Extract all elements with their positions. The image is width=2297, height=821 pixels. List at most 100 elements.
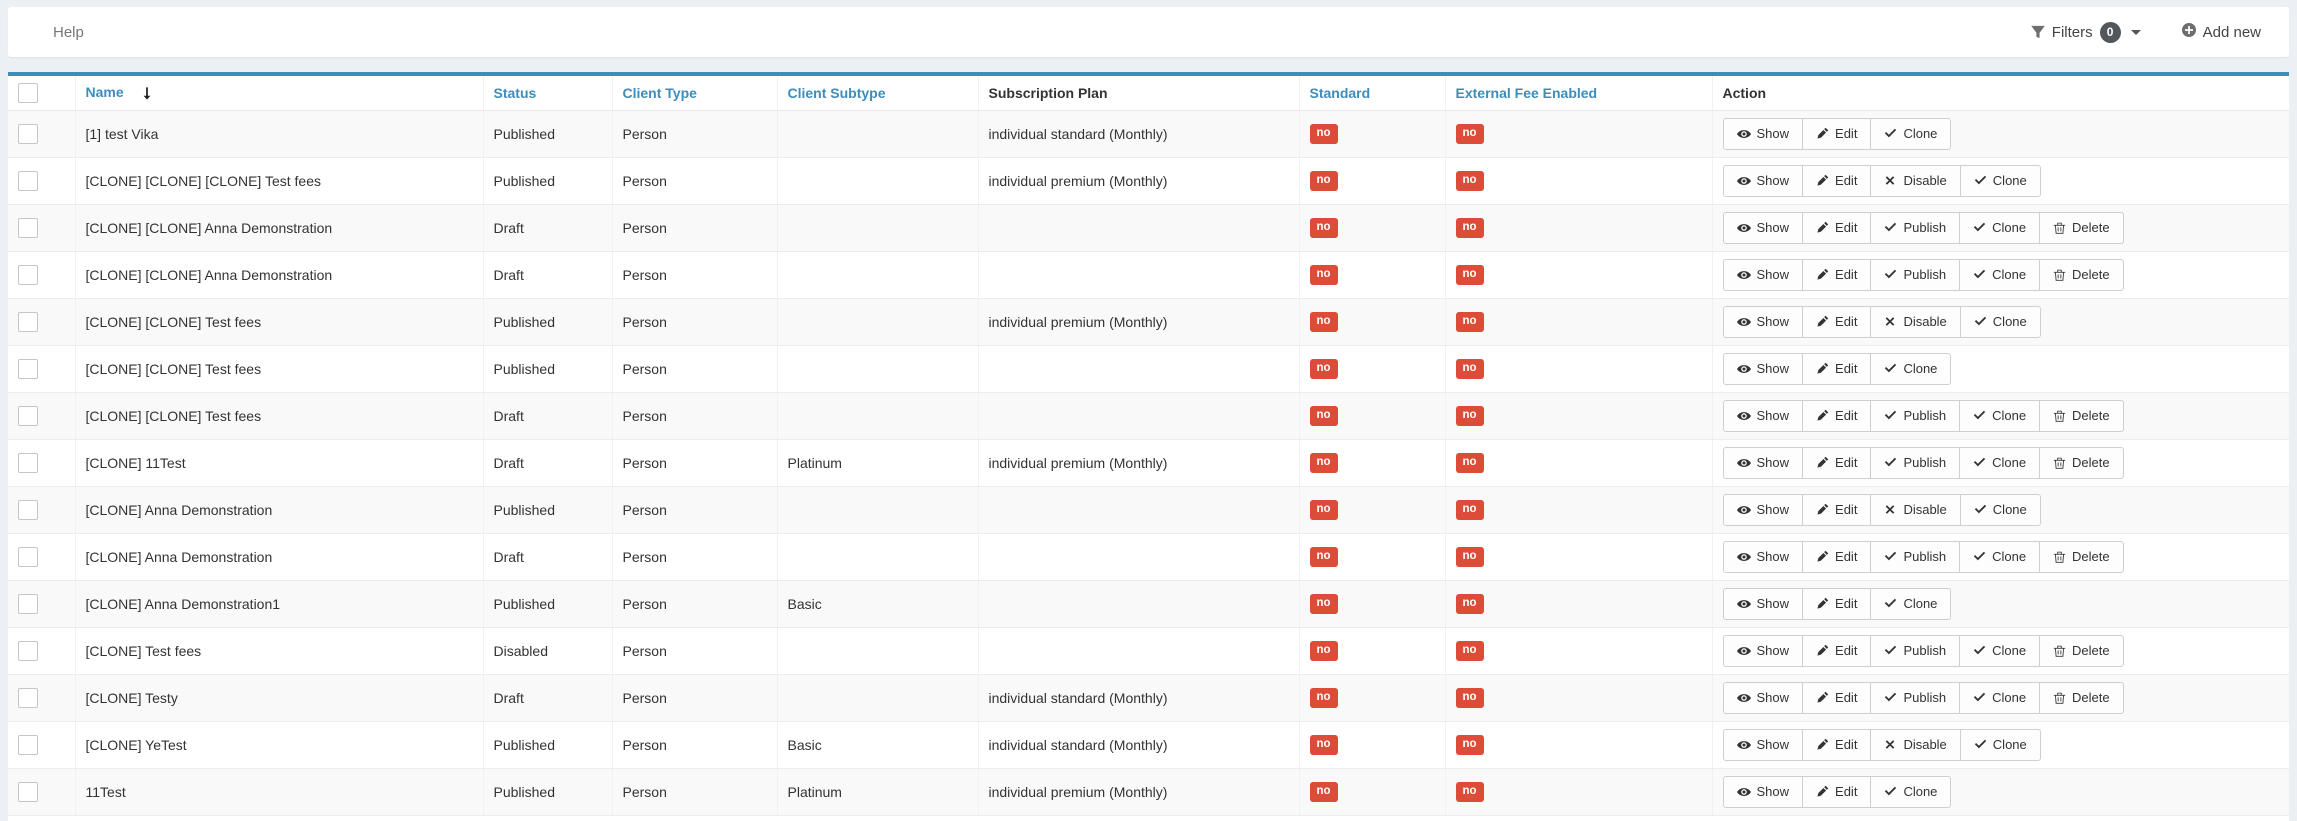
show-button[interactable]: Show bbox=[1723, 118, 1804, 150]
row-checkbox[interactable] bbox=[18, 500, 38, 520]
show-button[interactable]: Show bbox=[1723, 635, 1804, 667]
delete-button[interactable]: Delete bbox=[2039, 447, 2124, 479]
clone-button[interactable]: Clone bbox=[1959, 212, 2040, 244]
delete-button[interactable]: Delete bbox=[2039, 541, 2124, 573]
edit-button[interactable]: Edit bbox=[1802, 588, 1871, 620]
button-label: Clone bbox=[1992, 408, 2026, 423]
show-button[interactable]: Show bbox=[1723, 400, 1804, 432]
cell-name: [CLONE] [CLONE] Anna Demonstration bbox=[75, 251, 483, 298]
clone-button[interactable]: Clone bbox=[1870, 118, 1951, 150]
publish-button[interactable]: Publish bbox=[1870, 212, 1960, 244]
clone-button[interactable]: Clone bbox=[1959, 635, 2040, 667]
delete-button[interactable]: Delete bbox=[2039, 635, 2124, 667]
clone-button[interactable]: Clone bbox=[1959, 259, 2040, 291]
row-checkbox[interactable] bbox=[18, 265, 38, 285]
delete-button[interactable]: Delete bbox=[2039, 259, 2124, 291]
clone-button[interactable]: Clone bbox=[1870, 588, 1951, 620]
edit-button[interactable]: Edit bbox=[1802, 494, 1871, 526]
column-header-client-subtype[interactable]: Client Subtype bbox=[777, 76, 978, 110]
show-button[interactable]: Show bbox=[1723, 776, 1804, 808]
clone-button[interactable]: Clone bbox=[1960, 729, 2041, 761]
delete-button[interactable]: Delete bbox=[2039, 682, 2124, 714]
row-checkbox[interactable] bbox=[18, 171, 38, 191]
cell-name: [CLONE] [CLONE] Test fees bbox=[75, 392, 483, 439]
edit-button[interactable]: Edit bbox=[1802, 118, 1871, 150]
cell-client-subtype bbox=[777, 533, 978, 580]
publish-button[interactable]: Publish bbox=[1870, 635, 1960, 667]
show-button[interactable]: Show bbox=[1723, 682, 1804, 714]
row-checkbox[interactable] bbox=[18, 406, 38, 426]
filters-button[interactable]: Filters 0 bbox=[2031, 22, 2141, 43]
delete-button[interactable]: Delete bbox=[2039, 212, 2124, 244]
publish-button[interactable]: Publish bbox=[1870, 541, 1960, 573]
edit-button[interactable]: Edit bbox=[1802, 776, 1871, 808]
row-checkbox[interactable] bbox=[18, 782, 38, 802]
edit-button[interactable]: Edit bbox=[1802, 729, 1871, 761]
column-header-standard[interactable]: Standard bbox=[1299, 76, 1445, 110]
table-row: 11TestPublishedPersonPlatinumindividual … bbox=[8, 768, 2289, 815]
clone-button[interactable]: Clone bbox=[1870, 353, 1951, 385]
add-new-button[interactable]: Add new bbox=[2181, 22, 2261, 42]
clone-button[interactable]: Clone bbox=[1870, 776, 1951, 808]
row-checkbox[interactable] bbox=[18, 641, 38, 661]
show-button[interactable]: Show bbox=[1723, 306, 1804, 338]
edit-button[interactable]: Edit bbox=[1802, 212, 1871, 244]
cell-name: [CLONE] 11Test bbox=[75, 439, 483, 486]
column-header-status[interactable]: Status bbox=[483, 76, 612, 110]
edit-button[interactable]: Edit bbox=[1802, 306, 1871, 338]
column-header-external-fee-enabled[interactable]: External Fee Enabled bbox=[1445, 76, 1712, 110]
show-button[interactable]: Show bbox=[1723, 729, 1804, 761]
row-checkbox[interactable] bbox=[18, 359, 38, 379]
clone-button[interactable]: Clone bbox=[1959, 400, 2040, 432]
row-checkbox[interactable] bbox=[18, 124, 38, 144]
disable-button[interactable]: Disable bbox=[1870, 306, 1960, 338]
select-all-checkbox[interactable] bbox=[18, 83, 38, 103]
edit-button[interactable]: Edit bbox=[1802, 259, 1871, 291]
column-header-name[interactable]: Name bbox=[75, 76, 483, 110]
row-checkbox[interactable] bbox=[18, 688, 38, 708]
show-button[interactable]: Show bbox=[1723, 541, 1804, 573]
clone-button[interactable]: Clone bbox=[1960, 165, 2041, 197]
edit-button[interactable]: Edit bbox=[1802, 165, 1871, 197]
publish-button[interactable]: Publish bbox=[1870, 259, 1960, 291]
delete-button[interactable]: Delete bbox=[2039, 400, 2124, 432]
edit-button[interactable]: Edit bbox=[1802, 353, 1871, 385]
plus-circle-icon bbox=[2181, 22, 2197, 42]
row-checkbox[interactable] bbox=[18, 312, 38, 332]
show-button[interactable]: Show bbox=[1723, 259, 1804, 291]
clone-button[interactable]: Clone bbox=[1959, 447, 2040, 479]
row-checkbox[interactable] bbox=[18, 547, 38, 567]
disable-button[interactable]: Disable bbox=[1870, 494, 1960, 526]
row-checkbox[interactable] bbox=[18, 218, 38, 238]
show-button[interactable]: Show bbox=[1723, 353, 1804, 385]
show-button[interactable]: Show bbox=[1723, 588, 1804, 620]
edit-button[interactable]: Edit bbox=[1802, 400, 1871, 432]
edit-button[interactable]: Edit bbox=[1802, 447, 1871, 479]
show-button[interactable]: Show bbox=[1723, 447, 1804, 479]
filters-count-badge: 0 bbox=[2100, 22, 2121, 43]
edit-button[interactable]: Edit bbox=[1802, 541, 1871, 573]
edit-button[interactable]: Edit bbox=[1802, 682, 1871, 714]
pencil-icon bbox=[1816, 268, 1829, 281]
cell-client-type: Person bbox=[612, 298, 777, 345]
column-header-client-type[interactable]: Client Type bbox=[612, 76, 777, 110]
clone-button[interactable]: Clone bbox=[1960, 494, 2041, 526]
clone-button[interactable]: Clone bbox=[1960, 306, 2041, 338]
standard-badge-cell: no bbox=[1299, 345, 1445, 392]
edit-button[interactable]: Edit bbox=[1802, 635, 1871, 667]
publish-button[interactable]: Publish bbox=[1870, 447, 1960, 479]
row-checkbox[interactable] bbox=[18, 453, 38, 473]
show-button[interactable]: Show bbox=[1723, 165, 1804, 197]
help-link[interactable]: Help bbox=[53, 24, 84, 41]
clone-button[interactable]: Clone bbox=[1959, 682, 2040, 714]
show-button[interactable]: Show bbox=[1723, 212, 1804, 244]
disable-button[interactable]: Disable bbox=[1870, 729, 1960, 761]
disable-button[interactable]: Disable bbox=[1870, 165, 1960, 197]
clone-button[interactable]: Clone bbox=[1959, 541, 2040, 573]
cell-name: [CLONE] [CLONE] Anna Demonstration bbox=[75, 204, 483, 251]
show-button[interactable]: Show bbox=[1723, 494, 1804, 526]
row-checkbox[interactable] bbox=[18, 735, 38, 755]
publish-button[interactable]: Publish bbox=[1870, 682, 1960, 714]
publish-button[interactable]: Publish bbox=[1870, 400, 1960, 432]
row-checkbox[interactable] bbox=[18, 594, 38, 614]
